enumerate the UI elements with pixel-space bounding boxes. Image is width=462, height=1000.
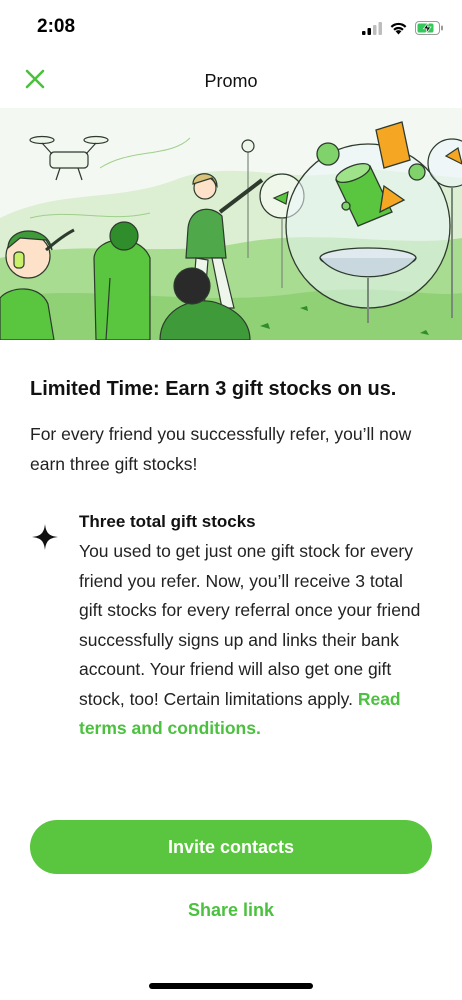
feature-body: You used to get just one gift stock for … <box>79 537 429 744</box>
feature-body-text: You used to get just one gift stock for … <box>79 541 421 709</box>
promo-illustration <box>0 108 462 340</box>
cellular-signal-icon <box>362 21 382 35</box>
page-title: Promo <box>204 71 258 91</box>
promo-intro: For every friend you successfully refer,… <box>30 424 412 474</box>
feature-title: Three total gift stocks <box>79 512 256 531</box>
sparkle-icon <box>32 524 58 550</box>
battery-charging-icon <box>415 21 443 35</box>
promo-headline: Limited Time: Earn 3 gift stocks on us. <box>30 378 397 400</box>
status-time: 2:08 <box>37 16 76 37</box>
invite-contacts-button[interactable]: Invite contacts <box>30 820 432 874</box>
status-icons <box>362 18 444 38</box>
status-bar: 2:08 <box>0 0 462 56</box>
wifi-icon <box>390 22 407 35</box>
nav-bar: Promo <box>0 56 462 108</box>
home-indicator <box>149 983 313 989</box>
share-link-button[interactable]: Share link <box>0 900 462 921</box>
